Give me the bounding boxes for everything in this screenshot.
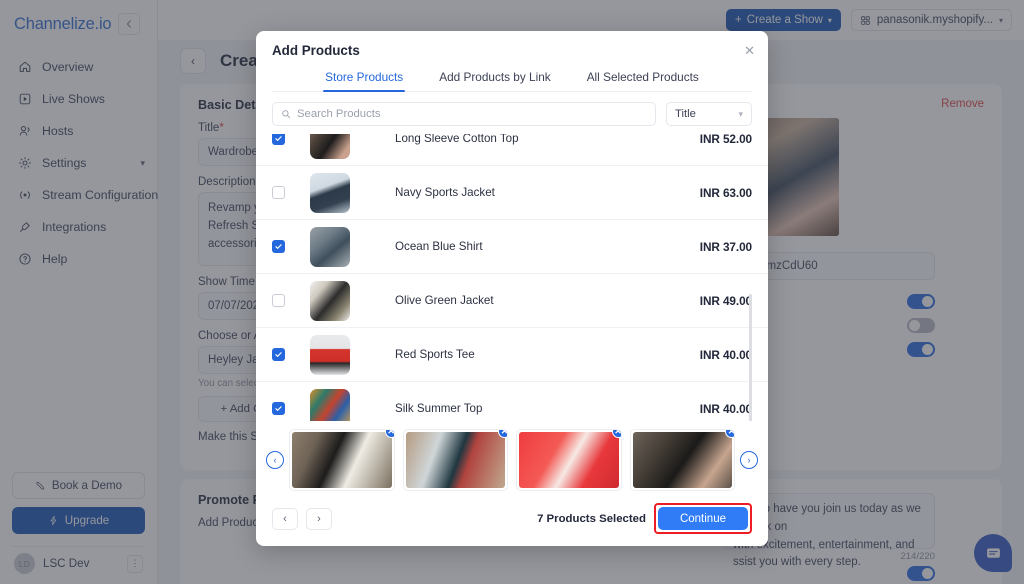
- sort-value: Title: [675, 108, 696, 120]
- tab-store-products[interactable]: Store Products: [323, 70, 406, 92]
- product-name: Ocean Blue Shirt: [395, 240, 483, 253]
- tab-all-selected-products[interactable]: All Selected Products: [585, 70, 701, 91]
- carousel-track: ✕ ✕ ✕ ✕: [289, 429, 735, 491]
- list-scrollbar[interactable]: [749, 294, 752, 421]
- next-page-button[interactable]: ›: [306, 507, 332, 530]
- product-checkbox[interactable]: [272, 240, 285, 253]
- selected-count-label: 7 Products Selected: [537, 512, 646, 525]
- carousel-item[interactable]: ✕: [629, 429, 735, 491]
- product-price: INR 40.00: [699, 401, 752, 416]
- carousel-next-button[interactable]: ›: [740, 451, 758, 469]
- search-input[interactable]: [297, 108, 647, 120]
- carousel-thumbnail: [632, 432, 732, 488]
- product-list[interactable]: Long Sleeve Cotton Top INR 52.00 Navy Sp…: [256, 134, 768, 421]
- table-row[interactable]: Red Sports Tee INR 40.00: [256, 328, 768, 382]
- modal-tabs: Store Products Add Products by Link All …: [272, 70, 752, 92]
- tab-add-products-by-link[interactable]: Add Products by Link: [437, 70, 552, 91]
- product-checkbox[interactable]: [272, 402, 285, 415]
- modal-footer: ‹ › 7 Products Selected Continue: [256, 495, 768, 546]
- product-checkbox[interactable]: [272, 294, 285, 307]
- carousel-thumbnail: [405, 432, 505, 488]
- product-checkbox[interactable]: [272, 134, 285, 145]
- continue-highlight: Continue: [653, 503, 752, 534]
- product-thumbnail: [310, 226, 350, 267]
- product-checkbox[interactable]: [272, 348, 285, 361]
- check-icon: [275, 352, 282, 357]
- carousel-item[interactable]: ✕: [289, 429, 395, 491]
- table-row[interactable]: Navy Sports Jacket INR 63.00: [256, 166, 768, 220]
- product-thumbnail: [310, 172, 350, 213]
- product-thumbnail: [310, 334, 350, 375]
- product-name: Navy Sports Jacket: [395, 186, 495, 199]
- table-row[interactable]: Olive Green Jacket INR 49.00: [256, 274, 768, 328]
- product-name: Olive Green Jacket: [395, 294, 494, 307]
- continue-button[interactable]: Continue: [657, 507, 748, 530]
- selected-products-carousel: ‹ ✕ ✕ ✕ ✕ ›: [256, 421, 768, 495]
- product-thumbnail: [310, 388, 350, 421]
- product-checkbox[interactable]: [272, 186, 285, 199]
- carousel-item[interactable]: ✕: [516, 429, 622, 491]
- check-icon: [275, 136, 282, 141]
- sort-select[interactable]: Title ▾: [666, 102, 752, 126]
- product-name: Long Sleeve Cotton Top: [395, 134, 519, 145]
- prev-page-button[interactable]: ‹: [272, 507, 298, 530]
- table-row[interactable]: Silk Summer Top INR 40.00: [256, 382, 768, 421]
- check-icon: [275, 406, 282, 411]
- product-price: INR 49.00: [699, 293, 752, 308]
- search-icon: [282, 110, 291, 119]
- close-icon[interactable]: ✕: [744, 44, 755, 57]
- modal-title: Add Products: [272, 43, 360, 58]
- modal-header: Add Products ✕ Store Products Add Produc…: [256, 31, 768, 92]
- carousel-thumbnail: [519, 432, 619, 488]
- chevron-down-icon: ▾: [738, 108, 743, 119]
- table-row[interactable]: Long Sleeve Cotton Top INR 52.00: [256, 134, 768, 166]
- product-price: INR 37.00: [699, 239, 752, 254]
- check-icon: [275, 244, 282, 249]
- product-thumbnail: [310, 280, 350, 321]
- product-price: INR 52.00: [699, 134, 752, 146]
- carousel-thumbnail: [292, 432, 392, 488]
- carousel-prev-button[interactable]: ‹: [266, 451, 284, 469]
- app-root: Channelize.io Overview Live Shows: [0, 0, 1024, 584]
- product-thumbnail: [310, 134, 350, 159]
- add-products-modal: Add Products ✕ Store Products Add Produc…: [256, 31, 768, 546]
- product-name: Red Sports Tee: [395, 348, 475, 361]
- search-box[interactable]: [272, 102, 656, 126]
- product-price: INR 63.00: [699, 185, 752, 200]
- product-name: Silk Summer Top: [395, 402, 483, 415]
- search-row: Title ▾: [256, 92, 768, 134]
- product-price: INR 40.00: [699, 347, 752, 362]
- table-row[interactable]: Ocean Blue Shirt INR 37.00: [256, 220, 768, 274]
- carousel-item[interactable]: ✕: [402, 429, 508, 491]
